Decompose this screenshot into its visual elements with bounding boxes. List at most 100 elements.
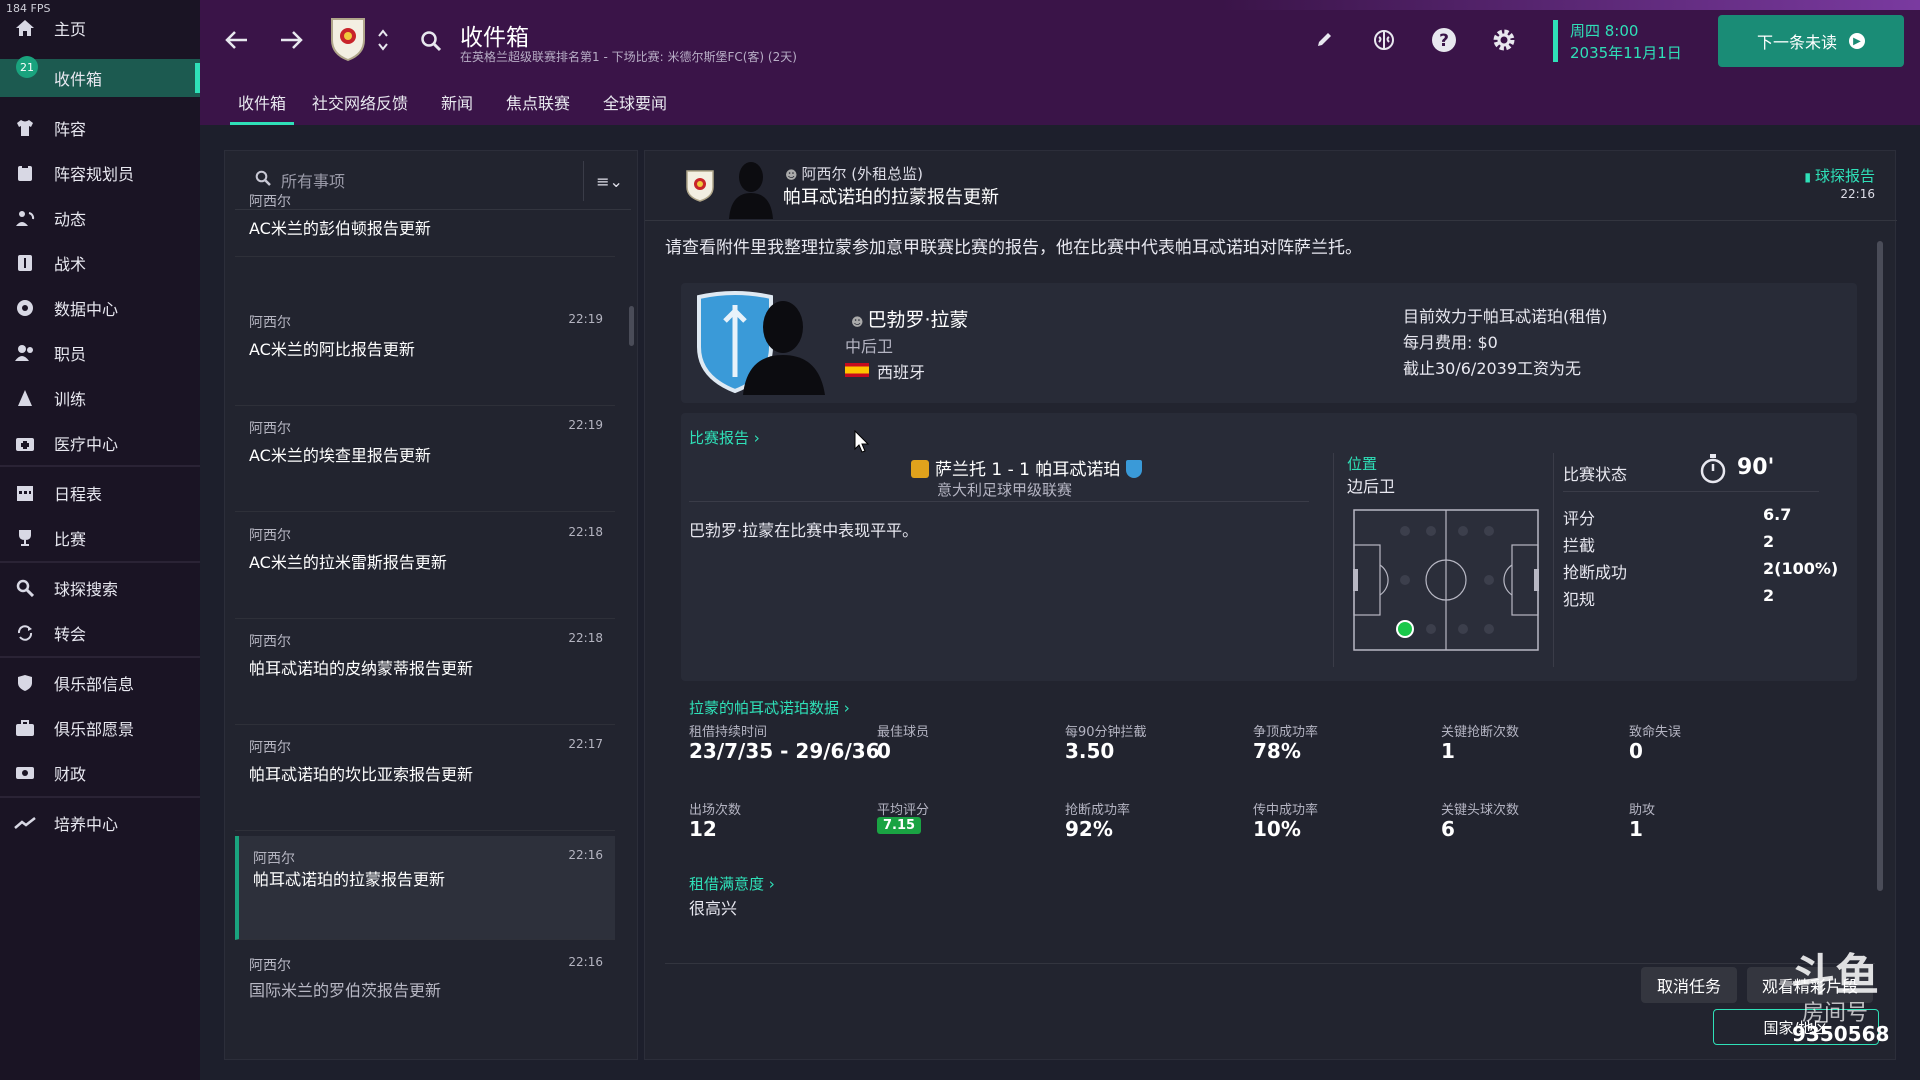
report-tag[interactable]: ▮ 球探报告 xyxy=(1804,165,1875,186)
club-crest-button[interactable] xyxy=(328,16,368,62)
message-sender: 阿西尔 xyxy=(249,740,291,756)
sender-avatar xyxy=(729,162,773,219)
search-icon xyxy=(421,31,442,52)
list-scrollbar[interactable] xyxy=(629,306,634,346)
match-minutes: 90' xyxy=(1737,455,1775,480)
edit-button[interactable] xyxy=(1312,28,1336,52)
search-icon xyxy=(14,577,36,599)
sidebar-item-club-info[interactable]: 俱乐部信息 xyxy=(0,664,200,702)
list-item[interactable]: 阿西尔 22:16 国际米兰的罗伯茨报告更新 xyxy=(235,943,615,1049)
money-icon xyxy=(14,762,36,784)
sidebar: 184 FPS 主页 收件箱 21 阵容 阵容规划员 动态 战术 数据中心 职员… xyxy=(0,0,200,1080)
back-button[interactable] xyxy=(222,24,252,56)
message-sender: 阿西尔 xyxy=(249,315,291,331)
stat-value: 2 xyxy=(1763,532,1775,551)
list-item[interactable]: 阿西尔 22:19 AC米兰的阿比报告更新 xyxy=(235,300,615,406)
sidebar-item-staff[interactable]: 职员 xyxy=(0,334,200,372)
loan-data-label: 关键抢断次数 xyxy=(1441,725,1520,740)
sidebar-item-label: 动态 xyxy=(54,210,87,229)
tab-news[interactable]: 新闻 xyxy=(441,90,473,122)
arrow-right-circle-icon: ▶ xyxy=(1849,33,1865,49)
player-club-info: 目前效力于帕耳忒诺珀(租借) xyxy=(1403,307,1608,326)
match-score[interactable]: 萨兰托 1 - 1 帕耳忒诺珀 xyxy=(911,455,1143,480)
position-label: 位置 xyxy=(1347,455,1378,473)
sidebar-item-label: 培养中心 xyxy=(54,815,119,834)
tab-social-feed[interactable]: 社交网络反馈 xyxy=(312,90,408,122)
data-hub-icon xyxy=(14,297,36,319)
sidebar-item-development[interactable]: 培养中心 xyxy=(0,804,200,842)
sidebar-item-label: 财政 xyxy=(54,765,87,784)
help-button[interactable]: ? xyxy=(1430,26,1458,54)
sidebar-item-tactics[interactable]: 战术 xyxy=(0,244,200,282)
sidebar-item-dynamics[interactable]: 动态 xyxy=(0,199,200,237)
message-time: 22:16 xyxy=(1840,187,1875,201)
sidebar-item-medical[interactable]: 医疗中心 xyxy=(0,424,200,462)
list-item[interactable]: 阿西尔 22:19 AC米兰的埃查里报告更新 xyxy=(235,406,615,512)
list-item[interactable]: 阿西尔 22:18 AC米兰的拉米雷斯报告更新 xyxy=(235,513,615,619)
tag-icon: ▮ xyxy=(1804,170,1811,184)
message-body: 请查看附件里我整理拉蒙参加意甲联赛比赛的报告，他在比赛中代表帕耳忒诺珀对阵萨兰托… xyxy=(665,238,1362,258)
sidebar-item-squad[interactable]: 阵容 xyxy=(0,109,200,147)
tab-inbox[interactable]: 收件箱 xyxy=(230,90,294,125)
cancel-task-button[interactable]: 取消任务 xyxy=(1641,967,1737,1003)
loan-data-value: 3.50 xyxy=(1065,739,1115,763)
club-switch-button[interactable] xyxy=(375,24,391,56)
person-icon: ☻ xyxy=(851,315,864,329)
next-unread-button[interactable]: 下一条未读 ▶ xyxy=(1718,15,1904,67)
medical-kit-icon xyxy=(14,432,36,454)
growth-icon xyxy=(14,812,36,834)
match-report-link[interactable]: 比赛报告 › xyxy=(689,427,760,448)
svg-text:?: ? xyxy=(1439,31,1449,51)
content-scrollbar[interactable] xyxy=(1877,241,1883,891)
loan-data-label: 争顶成功率 xyxy=(1253,725,1319,740)
player-avatar[interactable] xyxy=(737,291,827,395)
list-item[interactable]: 阿西尔 AC米兰的彭伯顿报告更新 xyxy=(235,194,615,257)
position-value: 边后卫 xyxy=(1347,477,1396,496)
staff-icon xyxy=(14,342,36,364)
loan-satisfaction-link[interactable]: 租借满意度 › xyxy=(689,873,775,894)
pencil-icon xyxy=(1318,33,1331,46)
message-time: 22:17 xyxy=(568,737,603,751)
sidebar-divider xyxy=(0,465,200,467)
list-item-selected[interactable]: 阿西尔 22:16 帕耳忒诺珀的拉蒙报告更新 xyxy=(235,836,615,940)
message-time: 22:16 xyxy=(568,955,603,969)
message-sender: ☻ 阿西尔 (外租总监) xyxy=(785,163,923,184)
stat-value: 6.7 xyxy=(1763,505,1792,524)
sidebar-divider xyxy=(0,656,200,658)
stat-label: 抢断成功 xyxy=(1563,563,1628,582)
mouse-cursor-icon xyxy=(854,430,870,453)
match-status-label: 比赛状态 xyxy=(1563,465,1628,484)
list-item[interactable]: 阿西尔 22:18 帕耳忒诺珀的皮纳蒙蒂报告更新 xyxy=(235,619,615,725)
sidebar-item-data-hub[interactable]: 数据中心 xyxy=(0,289,200,327)
loan-data-value: 0 xyxy=(1629,739,1643,763)
sidebar-item-transfers[interactable]: 转会 xyxy=(0,614,200,652)
sidebar-item-label: 医疗中心 xyxy=(54,435,119,454)
sidebar-item-scouting[interactable]: 球探搜索 xyxy=(0,569,200,607)
player-name[interactable]: ☻ 巴勃罗·拉蒙 xyxy=(851,305,969,332)
message-time: 22:18 xyxy=(568,525,603,539)
sidebar-item-label: 职员 xyxy=(54,345,87,364)
sidebar-item-schedule[interactable]: 日程表 xyxy=(0,474,200,512)
message-sender: 阿西尔 xyxy=(249,528,291,544)
sidebar-item-finances[interactable]: 财政 xyxy=(0,754,200,792)
gear-icon xyxy=(1493,29,1515,51)
stopwatch-icon xyxy=(1700,454,1726,484)
sidebar-item-home[interactable]: 主页 xyxy=(0,9,200,47)
loan-data-value: 10% xyxy=(1253,817,1301,841)
tab-world-news[interactable]: 全球要闻 xyxy=(603,90,667,122)
tab-focus-league[interactable]: 焦点联赛 xyxy=(506,90,570,122)
current-date: 2035年11月1日 xyxy=(1570,44,1682,62)
sidebar-item-squad-planner[interactable]: 阵容规划员 xyxy=(0,154,200,192)
search-button[interactable] xyxy=(418,28,444,54)
help-icon: ? xyxy=(1432,28,1456,52)
list-item[interactable]: 阿西尔 22:17 帕耳忒诺珀的坎比亚索报告更新 xyxy=(235,725,615,831)
loan-data-value: 1 xyxy=(1629,817,1643,841)
assistant-button[interactable] xyxy=(1370,26,1398,54)
settings-button[interactable] xyxy=(1490,26,1518,54)
forward-button[interactable] xyxy=(276,24,306,56)
sidebar-item-club-vision[interactable]: 俱乐部愿景 xyxy=(0,709,200,747)
loan-data-link[interactable]: 拉蒙的帕耳忒诺珀数据 › xyxy=(689,697,850,718)
sidebar-divider xyxy=(0,561,200,563)
sidebar-item-matches[interactable]: 比赛 xyxy=(0,519,200,557)
sidebar-item-training[interactable]: 训练 xyxy=(0,379,200,417)
